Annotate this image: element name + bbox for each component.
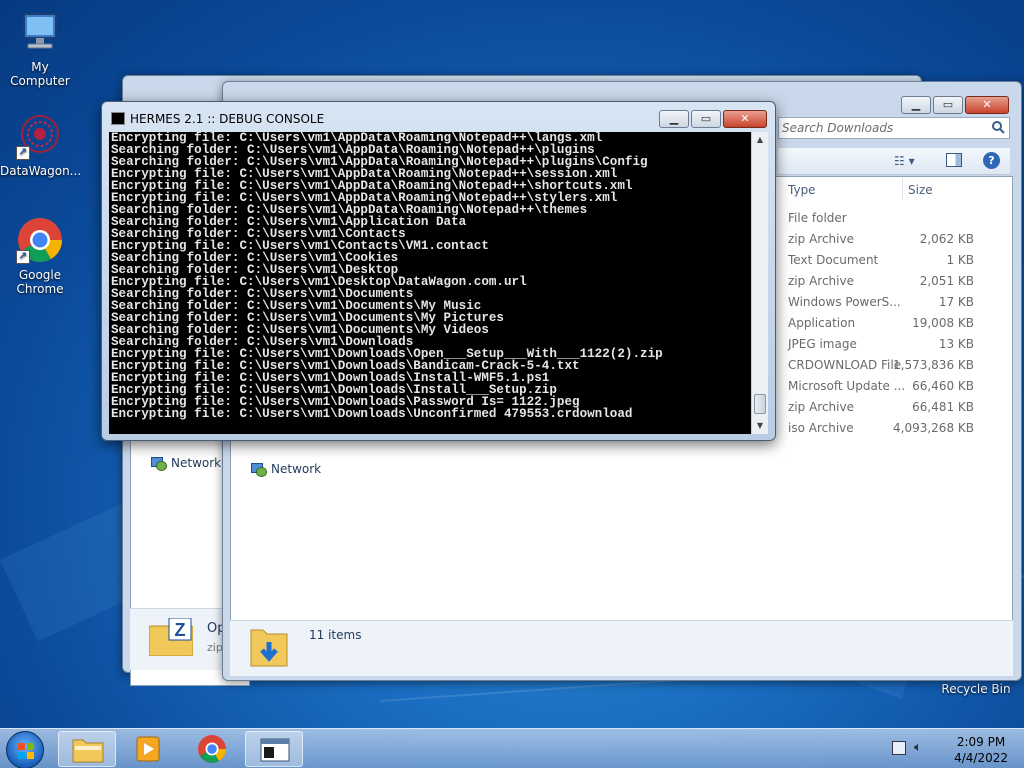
- file-type-cell[interactable]: File folder: [788, 211, 847, 225]
- chrome-icon: ↗: [16, 216, 64, 264]
- taskbar-explorer[interactable]: [58, 731, 116, 767]
- desktop-icon-google-chrome[interactable]: ↗ Google Chrome: [0, 216, 80, 296]
- console-close-button[interactable]: ✕: [723, 110, 767, 128]
- shortcut-arrow-icon: ↗: [16, 250, 30, 264]
- view-options-icon[interactable]: ☷ ▾: [894, 154, 915, 168]
- taskbar: 🔈︎ 2:09 PM 4/4/2022: [0, 728, 1024, 768]
- tray-volume-icon[interactable]: 🔈︎: [914, 740, 922, 755]
- chrome-icon: [198, 735, 226, 763]
- search-placeholder: Search Downloads: [782, 121, 894, 135]
- debug-console-window[interactable]: HERMES 2.1 :: DEBUG CONSOLE ▁ ▭ ✕ Encryp…: [101, 101, 776, 441]
- zip-folder-icon: Z: [148, 617, 194, 657]
- console-line: Encrypting file: C:\Users\vm1\Downloads\…: [111, 407, 633, 421]
- help-icon[interactable]: ?: [983, 152, 1000, 169]
- status-item-count: 11 items: [309, 628, 362, 642]
- file-size-cell[interactable]: 1 KB: [884, 253, 974, 267]
- desktop-icon-recycle-bin[interactable]: Recycle Bin: [936, 682, 1016, 696]
- desktop-icon-label: Recycle Bin: [941, 682, 1011, 696]
- file-size-cell[interactable]: 1,573,836 KB: [884, 358, 974, 372]
- console-caption-buttons: ▁ ▭ ✕: [659, 110, 767, 128]
- file-type-cell[interactable]: iso Archive: [788, 421, 854, 435]
- taskbar-console[interactable]: [245, 731, 303, 767]
- console-scrollbar[interactable]: ▲ ▼: [751, 132, 768, 434]
- file-size-cell[interactable]: 66,460 KB: [884, 379, 974, 393]
- console-maximize-button[interactable]: ▭: [691, 110, 721, 128]
- console-minimize-button[interactable]: ▁: [659, 110, 689, 128]
- explorer-toolbar: ☷ ▾ ?: [778, 148, 1010, 175]
- close-button[interactable]: ✕: [965, 96, 1009, 114]
- nav-item-label: Network: [271, 462, 322, 476]
- windows-logo-icon: [18, 743, 34, 759]
- datawagon-icon: ↗: [16, 112, 64, 160]
- preview-pane-icon[interactable]: [946, 153, 962, 167]
- svg-text:Z: Z: [175, 620, 186, 640]
- network-icon: [150, 456, 167, 471]
- system-clock[interactable]: 2:09 PM 4/4/2022: [954, 734, 1008, 766]
- console-window-icon: [260, 738, 290, 762]
- taskbar-chrome[interactable]: [183, 731, 241, 767]
- search-input[interactable]: Search Downloads: [778, 117, 1010, 139]
- shortcut-arrow-icon: ↗: [16, 146, 30, 160]
- desktop-icon-my-computer[interactable]: My Computer: [0, 8, 80, 88]
- navigation-pane: [230, 432, 390, 622]
- console-output: Encrypting file: C:\Users\vm1\AppData\Ro…: [109, 132, 752, 434]
- downloads-folder-icon: [249, 624, 289, 668]
- clock-time: 2:09 PM: [956, 735, 1006, 749]
- taskbar-media-player[interactable]: [120, 731, 178, 767]
- console-title: HERMES 2.1 :: DEBUG CONSOLE: [130, 112, 325, 126]
- maximize-button[interactable]: ▭: [933, 96, 963, 114]
- file-size-cell[interactable]: 13 KB: [884, 337, 974, 351]
- file-type-cell[interactable]: zip Archive: [788, 232, 854, 246]
- file-size-cell[interactable]: 2,062 KB: [884, 232, 974, 246]
- desktop-icon-datawagon[interactable]: ↗ DataWagon...: [0, 112, 82, 178]
- window-caption-buttons: ▁ ▭ ✕: [901, 96, 1009, 114]
- desktop-icon-label: DataWagon...: [0, 164, 82, 178]
- nav-item-network[interactable]: Network: [250, 462, 322, 477]
- file-size-cell[interactable]: 66,481 KB: [884, 400, 974, 414]
- file-type-cell[interactable]: Text Document: [788, 253, 878, 267]
- file-size-cell[interactable]: 4,093,268 KB: [884, 421, 974, 435]
- scroll-down-arrow-icon[interactable]: ▼: [752, 418, 768, 434]
- computer-icon: [16, 8, 64, 56]
- media-player-icon: [136, 736, 160, 762]
- column-header-type[interactable]: Type: [788, 183, 816, 197]
- desktop-icon-label: Google Chrome: [16, 268, 64, 296]
- scroll-up-arrow-icon[interactable]: ▲: [752, 132, 768, 148]
- file-type-cell[interactable]: zip Archive: [788, 400, 854, 414]
- file-size-cell[interactable]: 17 KB: [884, 295, 974, 309]
- desktop-icon-label: My Computer: [10, 60, 70, 88]
- column-divider: [902, 178, 903, 200]
- start-button[interactable]: [6, 731, 44, 768]
- nav-item-label: Network: [171, 456, 222, 470]
- console-app-icon: [111, 112, 125, 125]
- column-header-size[interactable]: Size: [908, 183, 933, 197]
- search-icon: [991, 120, 1005, 140]
- folder-icon: [72, 739, 104, 763]
- file-type-cell[interactable]: zip Archive: [788, 274, 854, 288]
- minimize-button[interactable]: ▁: [901, 96, 931, 114]
- network-icon: [250, 462, 267, 477]
- file-size-cell[interactable]: 2,051 KB: [884, 274, 974, 288]
- scroll-thumb[interactable]: [754, 394, 766, 414]
- details-file-type: zip: [207, 641, 223, 654]
- file-size-cell[interactable]: 19,008 KB: [884, 316, 974, 330]
- file-type-cell[interactable]: Application: [788, 316, 855, 330]
- file-type-cell[interactable]: JPEG image: [788, 337, 857, 351]
- clock-date: 4/4/2022: [954, 751, 1008, 765]
- nav-item-network[interactable]: Network: [150, 456, 222, 471]
- tray-network-icon[interactable]: [892, 741, 906, 755]
